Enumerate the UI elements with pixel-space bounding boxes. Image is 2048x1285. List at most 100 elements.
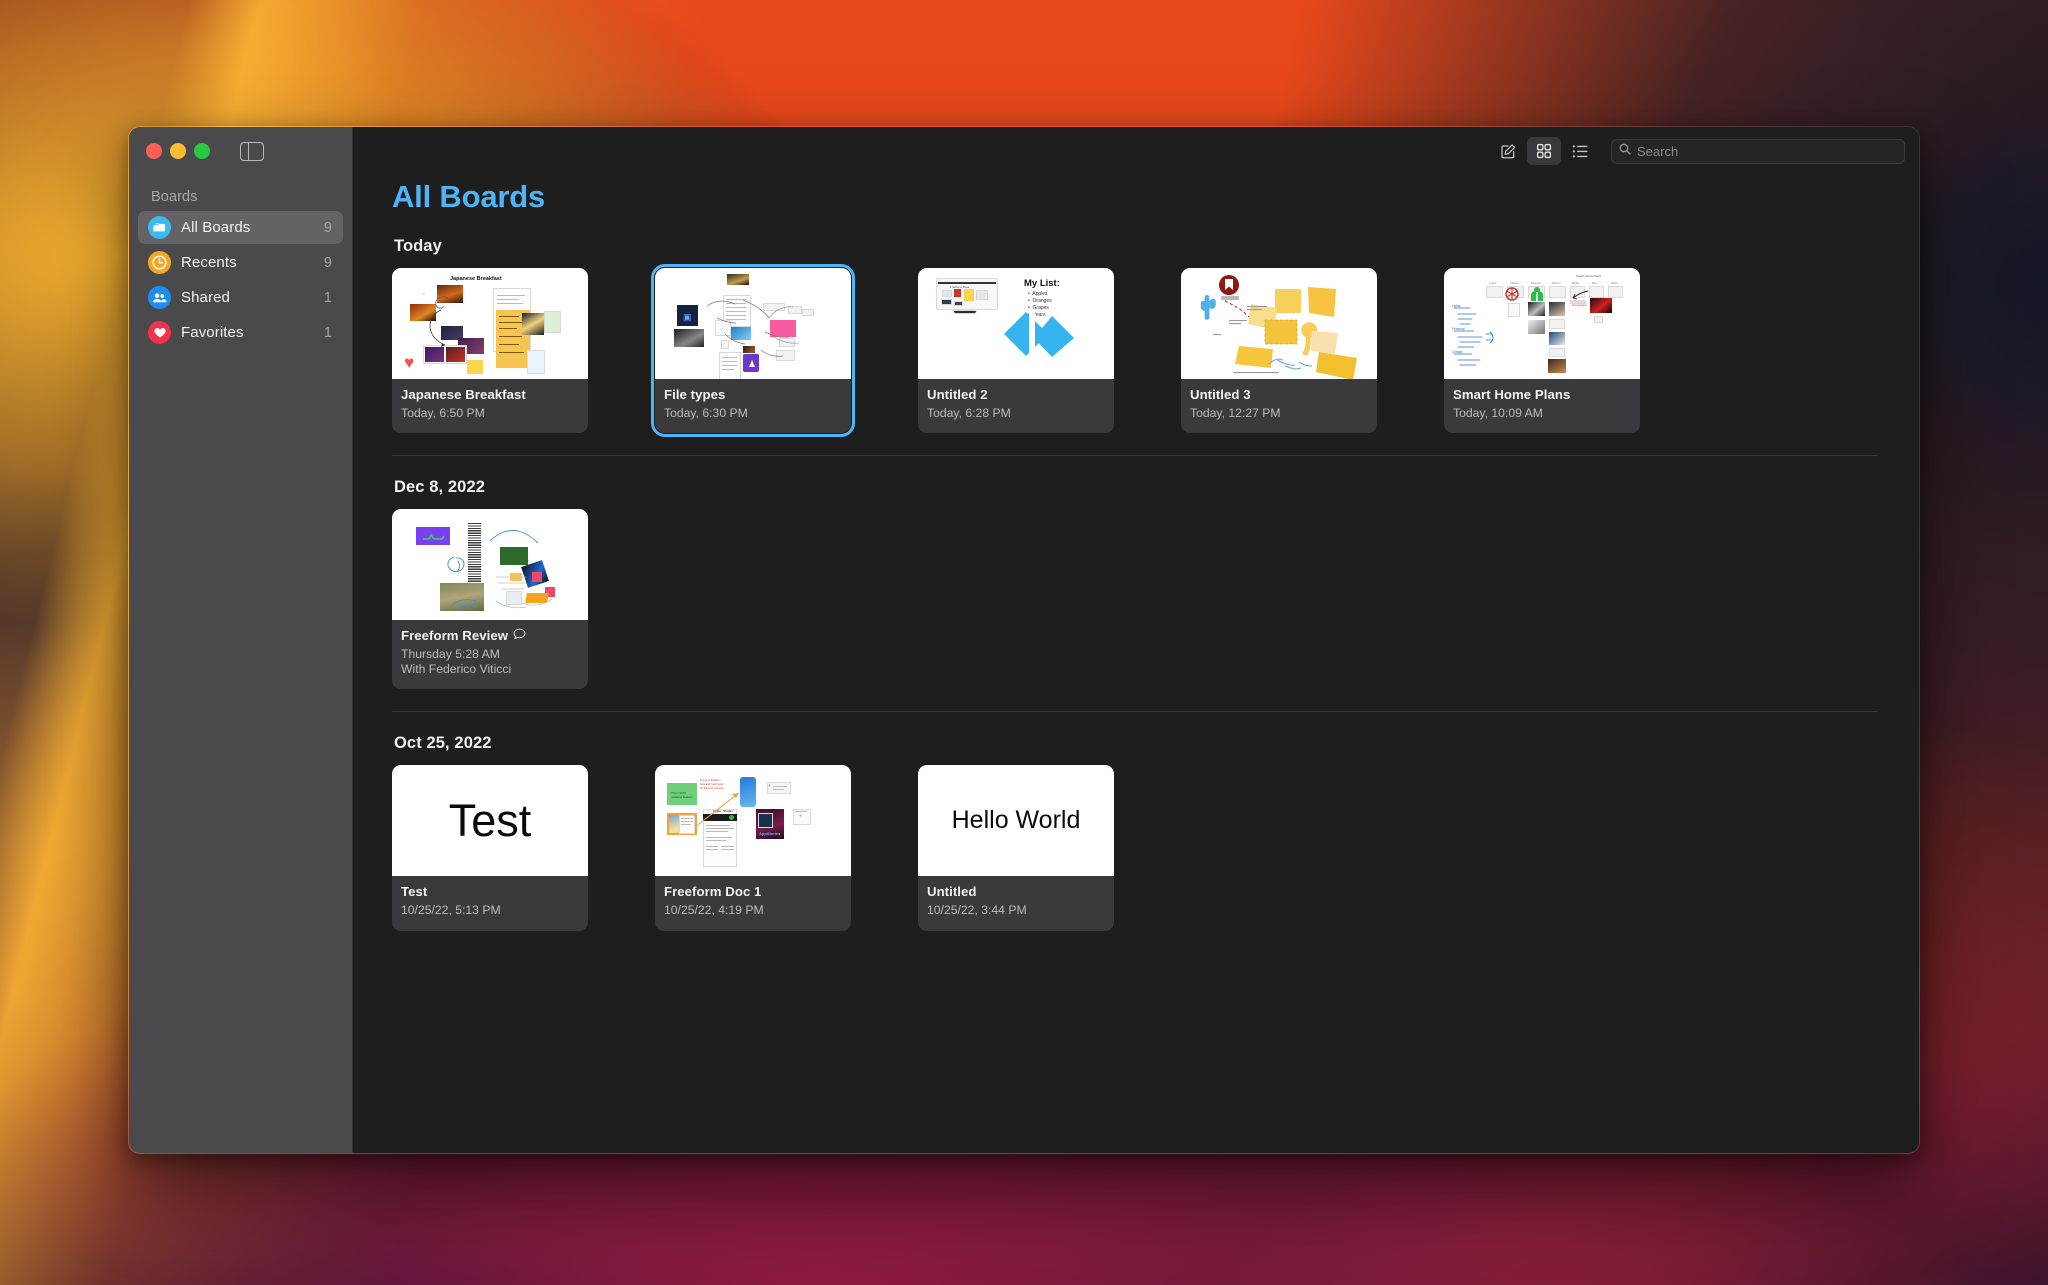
board-title: Test <box>401 884 428 900</box>
sidebar-item-label: All Boards <box>181 219 251 236</box>
desktop: Boards All Boards 9 Recents 9 Shared 1 F… <box>0 0 2048 1285</box>
sidebar-item-count: 9 <box>323 254 332 271</box>
board-grid: Japanese Breakfast ↗ ♥ Japanese Breakfas… <box>392 263 1877 438</box>
thumb-list-item: • Oranges <box>1028 298 1052 304</box>
section-heading: Dec 8, 2022 <box>394 478 486 497</box>
board-thumbnail <box>1181 268 1377 379</box>
board-card-meta: Untitled 2 Today, 6:28 PM <box>918 379 1114 433</box>
sidebar-item-shared[interactable]: Shared 1 <box>138 281 343 314</box>
board-card-meta: Test 10/25/22, 5:13 PM <box>392 876 588 930</box>
board-thumbnail: ▣ ♟ <box>655 268 851 379</box>
people-icon <box>148 286 171 309</box>
board-card-meta: Japanese Breakfast Today, 6:50 PM <box>392 379 588 433</box>
thumb-caption: Japanese Breakfast <box>450 276 502 282</box>
sidebar-item-label: Recents <box>181 254 237 271</box>
board-card-meta: Untitled 10/25/22, 3:44 PM <box>918 876 1114 930</box>
board-card-meta: Smart Home Plans Today, 10:09 AM <box>1444 379 1640 433</box>
board-title: Freeform Review <box>401 628 579 644</box>
sidebar-list: All Boards 9 Recents 9 Shared 1 Favorite… <box>129 211 352 349</box>
svg-text:Climate: Climate <box>1452 350 1463 354</box>
close-button[interactable] <box>146 143 162 159</box>
board-title: File types <box>664 387 726 402</box>
toolbar <box>353 127 1919 175</box>
thumb-word: Hello World <box>951 806 1081 835</box>
board-subtitle: Today, 6:28 PM <box>927 405 1011 420</box>
sidebar: Boards All Boards 9 Recents 9 Shared 1 F… <box>129 127 353 1153</box>
section-divider <box>392 711 1877 713</box>
section-heading: Oct 25, 2022 <box>394 734 492 753</box>
board-thumbnail: Test <box>392 765 588 877</box>
sidebar-item-label: Shared <box>181 289 230 306</box>
search-icon <box>1619 142 1631 160</box>
board-subtitle: Today, 12:27 PM <box>1190 405 1281 420</box>
thumb-word: Test <box>448 794 532 846</box>
sidebar-item-count: 1 <box>323 289 332 306</box>
board-card[interactable]: Hello World Untitled 10/25/22, 3:44 PM <box>918 765 1114 931</box>
window-titlebar-controls <box>129 127 352 175</box>
board-thumbnail: Japanese Breakfast ↗ ♥ <box>392 268 588 379</box>
sidebar-item-count: 9 <box>323 219 332 236</box>
board-card-meta: Freeform Review Thursday 5:28 AM With Fe… <box>392 620 588 689</box>
section-dec-8-2022: Dec 8, 2022 Freeform Review Thursday 5:2… <box>392 478 1877 690</box>
board-thumbnail: Freeform Beta My List: • Apples • Orange… <box>918 268 1114 379</box>
thumb-list-item: • Apples <box>1028 291 1048 297</box>
sidebar-toggle-icon[interactable] <box>240 141 264 161</box>
section-divider <box>392 455 1877 457</box>
svg-text:Personal: Personal <box>1452 327 1465 331</box>
list-view-button[interactable] <box>1563 137 1597 165</box>
all-boards-icon <box>148 216 171 239</box>
board-thumbnail: Smart Home Plans Lights Climate Security… <box>1444 268 1640 379</box>
sidebar-item-favorites[interactable]: Favorites 1 <box>138 316 343 349</box>
thumb-list-title: My List: <box>1024 278 1060 289</box>
page-title: All Boards <box>392 179 546 214</box>
new-board-button[interactable] <box>1491 137 1525 165</box>
section-oct-25-2022: Oct 25, 2022 Test Test 10/25/22, 5:13 PM… <box>392 734 1877 931</box>
sidebar-item-label: Favorites <box>181 324 244 341</box>
grid-view-button[interactable] <box>1527 137 1561 165</box>
board-card[interactable]: This is 100% awesome freeform Trying to f… <box>655 765 851 931</box>
clock-icon <box>148 251 171 274</box>
board-card[interactable]: Untitled 3 Today, 12:27 PM <box>1181 268 1377 434</box>
sidebar-item-all-boards[interactable]: All Boards 9 <box>138 211 343 244</box>
main-area: All Boards Today Japanese Breakfast <box>353 127 1919 1153</box>
board-grid: Freeform Review Thursday 5:28 AM With Fe… <box>392 509 1877 690</box>
minimize-button[interactable] <box>170 143 186 159</box>
board-title: Smart Home Plans <box>1453 387 1571 402</box>
board-card-meta: File types Today, 6:30 PM <box>655 379 851 433</box>
sidebar-header-label: Boards <box>151 189 198 205</box>
board-title: Untitled <box>927 884 977 900</box>
thumb-list-item: • Grapes <box>1028 305 1049 311</box>
board-subtitle: Today, 6:30 PM <box>664 405 748 420</box>
section-heading: Today <box>394 237 442 255</box>
board-card[interactable]: ▣ ♟ File types Today, 6:30 PM <box>651 263 855 438</box>
board-card[interactable]: Japanese Breakfast ↗ ♥ Japanese Breakfas… <box>392 268 588 434</box>
board-card-meta: Freeform Doc 1 10/25/22, 4:19 PM <box>655 876 851 930</box>
search-input[interactable] <box>1637 143 1897 159</box>
zoom-button[interactable] <box>194 143 210 159</box>
board-thumbnail: This is 100% awesome freeform Trying to f… <box>655 765 851 877</box>
board-subtitle: Today, 10:09 AM <box>1453 405 1543 420</box>
board-subtitle: 10/25/22, 4:19 PM <box>664 903 764 918</box>
board-card-meta: Untitled 3 Today, 12:27 PM <box>1181 379 1377 433</box>
board-card[interactable]: Freeform Review Thursday 5:28 AM With Fe… <box>392 509 588 690</box>
board-thumbnail <box>392 509 588 621</box>
board-grid: Test Test 10/25/22, 5:13 PM This is 100%… <box>392 765 1877 931</box>
sidebar-item-recents[interactable]: Recents 9 <box>138 246 343 279</box>
board-subtitle: Thursday 5:28 AM <box>401 646 500 661</box>
shared-comment-icon <box>513 628 526 644</box>
board-subtitle: Today, 6:50 PM <box>401 405 485 420</box>
board-subtitle: 10/25/22, 3:44 PM <box>927 903 1027 918</box>
board-shared-with: With Federico Viticci <box>401 662 512 677</box>
search-field[interactable] <box>1611 138 1905 164</box>
section-today: Today Japanese Breakfast ↗ ♥ Japanese Br… <box>392 237 1877 438</box>
freeform-window: Boards All Boards 9 Recents 9 Shared 1 F… <box>128 126 1920 1154</box>
board-title: Japanese Breakfast <box>401 387 526 402</box>
board-card[interactable]: Test Test 10/25/22, 5:13 PM <box>392 765 588 931</box>
board-title: Untitled 2 <box>927 387 988 402</box>
heart-icon <box>148 321 171 344</box>
board-title: Freeform Doc 1 <box>664 884 762 900</box>
board-card[interactable]: Smart Home Plans Lights Climate Security… <box>1444 268 1640 434</box>
board-card[interactable]: Freeform Beta My List: • Apples • Orange… <box>918 268 1114 434</box>
svg-text:Lights: Lights <box>1452 304 1461 308</box>
